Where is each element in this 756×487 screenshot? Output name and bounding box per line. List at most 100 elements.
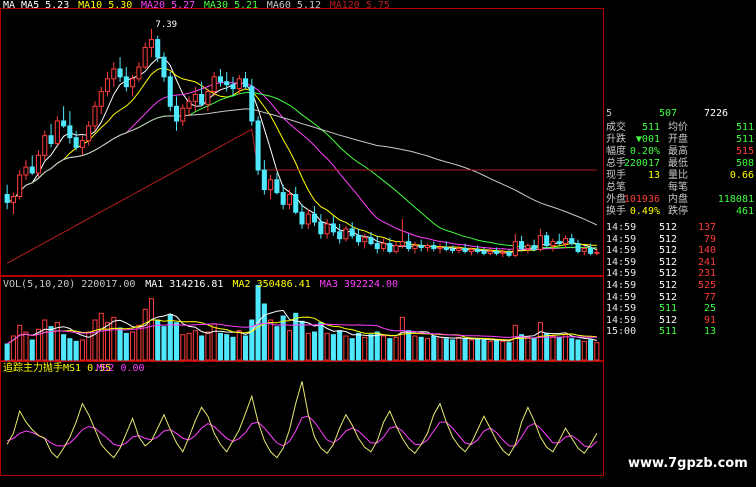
volume-bar: [268, 319, 274, 361]
volume-bar: [569, 338, 575, 361]
tick-volume: 241: [697, 256, 716, 268]
candle-body: [268, 179, 274, 191]
volume-bar: [337, 330, 343, 361]
candle-body: [4, 194, 10, 203]
volume-bar: [368, 334, 374, 361]
volume-bar: [67, 338, 73, 361]
price-legend-item: MA MA5 5.23: [3, 0, 70, 11]
candle-body: [136, 66, 142, 80]
quote-label: 每笔: [668, 182, 688, 193]
volume-bar: [418, 336, 424, 361]
volume-bar: [305, 332, 311, 361]
tick-row: 14:59 512 77: [604, 292, 756, 304]
volume-bar: [581, 340, 587, 361]
quote-panel: 5 507 7226 成交 511 均价 511 升跌 ▼001 开盘 511 幅度 0.20% 最…: [604, 108, 756, 487]
candle-body: [117, 68, 123, 78]
volume-bar: [136, 324, 142, 361]
volume-bar: [293, 312, 299, 361]
quote-row: 幅度 0.20% 最高 515: [604, 146, 756, 158]
candle-body: [437, 247, 443, 249]
tick-price: 512: [659, 233, 678, 245]
volume-bar: [374, 331, 380, 361]
volume-bar: [186, 332, 192, 361]
quote-value: 13: [647, 170, 660, 181]
candle-body: [519, 241, 525, 249]
volume-bar: [399, 316, 405, 361]
candle-body: [399, 241, 405, 247]
candle-body: [42, 135, 48, 156]
tick-row: 14:59 511 25: [604, 303, 756, 315]
candle-body: [343, 228, 349, 240]
chart-area[interactable]: 7.39: [0, 0, 604, 487]
volume-bar: [29, 339, 35, 361]
volume-bar: [537, 322, 543, 361]
candle-body: [481, 250, 487, 254]
tick-volume: 13: [703, 326, 716, 338]
volume-legend-item: MA2 350486.41: [232, 279, 311, 290]
quote-label: 开盘: [668, 134, 688, 145]
volume-bar: [130, 331, 136, 361]
quote-label: 成交: [606, 122, 626, 133]
candle-body: [443, 247, 449, 250]
volume-bar: [211, 323, 217, 361]
volume-bar: [393, 336, 399, 361]
volume-bar: [173, 322, 180, 361]
tick-price: 512: [659, 222, 678, 233]
volume-bar: [450, 339, 456, 361]
quote-value: ▼001: [635, 134, 660, 145]
volume-bar: [318, 322, 324, 361]
indicator-legend-item: MS2 0.00: [96, 363, 145, 374]
candle-body: [155, 39, 161, 58]
candle-body: [581, 247, 587, 252]
volume-bar: [286, 330, 292, 361]
volume-bar: [562, 334, 569, 361]
tick-volume: 231: [697, 268, 716, 280]
tick-time: 14:59: [606, 314, 637, 326]
candle-body: [349, 228, 355, 237]
candle-body: [242, 78, 249, 88]
candle-body: [23, 166, 29, 176]
volume-bar: [506, 342, 512, 361]
quote-value: 508: [735, 158, 754, 169]
quote-row: 现手 13 量比 0.66: [604, 170, 756, 182]
tick-price: 512: [659, 268, 678, 280]
tick-price: 512: [659, 245, 678, 257]
volume-bar: [242, 335, 249, 361]
candle-body: [544, 235, 550, 247]
quote-label: 升跌: [606, 134, 626, 145]
tick-volume: 525: [697, 280, 716, 291]
quote-header: 5 507 7226: [604, 108, 756, 120]
volume-bar: [180, 334, 186, 361]
tick-price: 511: [659, 326, 678, 338]
volume-bar: [387, 338, 393, 361]
candle-body: [86, 125, 92, 142]
tick-price: 511: [659, 303, 678, 315]
candle-body: [104, 78, 111, 93]
candle-body: [98, 91, 104, 107]
candle-body: [280, 192, 286, 205]
price-legend-item: MA120 5.75: [329, 0, 390, 11]
volume-bar: [362, 336, 368, 361]
quote-row: 总手 220017 最低 508: [604, 158, 756, 170]
volume-bar: [443, 338, 449, 361]
candle-body: [73, 137, 79, 148]
watermark: www.7gpzb.com: [628, 456, 748, 471]
quote-value: 0.20%: [629, 146, 660, 157]
volume-legend-item: MA1 314216.81: [145, 279, 224, 290]
candle-body: [575, 243, 581, 252]
price-legend-item: MA60 5.12: [266, 0, 321, 11]
volume-bar: [167, 314, 173, 361]
volume-bar: [575, 339, 581, 361]
candle-body: [493, 250, 500, 254]
candle-body: [456, 247, 462, 251]
volume-bar: [312, 331, 318, 361]
quote-label: 总笔: [606, 182, 626, 193]
tick-time: 14:59: [606, 245, 637, 257]
candle-body: [475, 248, 481, 252]
volume-bar: [280, 315, 286, 361]
quote-value: 220017: [623, 158, 660, 169]
volume-bar: [224, 334, 230, 361]
quote-label: 内盘: [668, 194, 688, 205]
tick-time: 14:59: [606, 233, 637, 245]
volume-bar: [98, 312, 104, 361]
